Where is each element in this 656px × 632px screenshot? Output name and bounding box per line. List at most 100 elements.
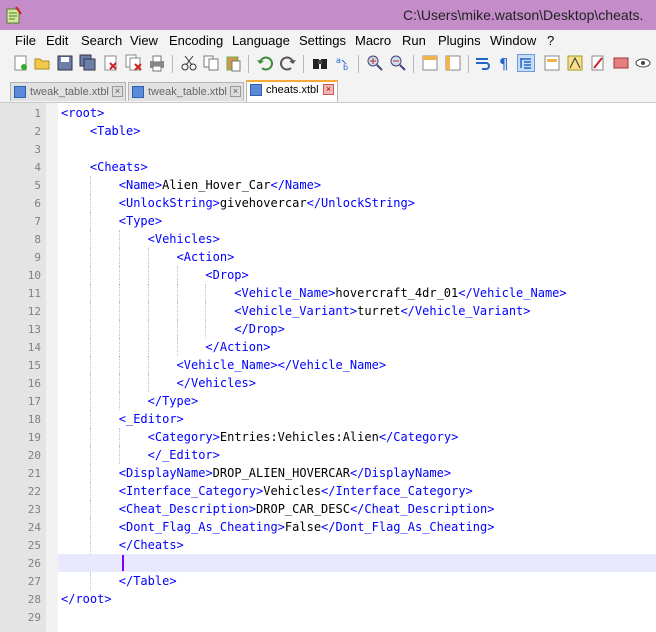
code-line[interactable]: 17 </Type> [0, 392, 656, 410]
tab-close-icon[interactable]: × [323, 84, 334, 95]
menu-run[interactable]: Run [402, 33, 426, 48]
xml-tag: </Drop> [234, 322, 285, 336]
code-line[interactable]: 8 <Vehicles> [0, 230, 656, 248]
indent-guide-icon[interactable] [517, 54, 535, 72]
xml-tag: <Cheat_Description> [118, 502, 257, 516]
close-icon[interactable] [102, 54, 120, 72]
xml-tag: <Action> [176, 250, 235, 264]
code-line[interactable]: 20 </_Editor> [0, 446, 656, 464]
tab-tweak-table-2[interactable]: tweak_table.xtbl × [128, 82, 244, 101]
replace-icon[interactable]: ab [334, 54, 352, 72]
sync-horizontal-icon[interactable] [444, 54, 462, 72]
print-icon[interactable] [148, 54, 166, 72]
xml-tag: </Vehicle_Name> [458, 286, 567, 300]
code-line[interactable]: 26 [0, 554, 656, 572]
code-text: <DisplayName>DROP_ALIEN_HOVERCAR</Displa… [119, 466, 451, 480]
line-number: 8 [34, 233, 41, 246]
doc-map-icon[interactable] [589, 54, 607, 72]
menu-view[interactable]: View [130, 33, 158, 48]
code-line[interactable]: 7 <Type> [0, 212, 656, 230]
code-line[interactable]: 12 <Vehicle_Variant>turret</Vehicle_Varia… [0, 302, 656, 320]
code-line[interactable]: 25 </Cheats> [0, 536, 656, 554]
menu-language[interactable]: Language [232, 33, 290, 48]
menu-plugins[interactable]: Plugins [438, 33, 481, 48]
word-wrap-icon[interactable] [474, 54, 492, 72]
undo-icon[interactable] [256, 54, 274, 72]
menu-file[interactable]: File [15, 33, 36, 48]
tab-cheats[interactable]: cheats.xtbl × [246, 80, 338, 102]
code-line[interactable]: 11 <Vehicle_Name>hovercraft_4dr_01</Vehic… [0, 284, 656, 302]
xml-tag: </Category> [378, 430, 459, 444]
copy-icon[interactable] [202, 54, 220, 72]
line-number: 23 [27, 503, 41, 516]
user-language-icon[interactable] [543, 54, 561, 72]
code-line[interactable]: 23 <Cheat_Description>DROP_CAR_DESC</Chea… [0, 500, 656, 518]
macro-record-icon[interactable] [612, 54, 630, 72]
code-line[interactable]: 29 [0, 608, 656, 626]
code-line[interactable]: 19 <Category>Entries:Vehicles:Alien</Cate… [0, 428, 656, 446]
code-line[interactable]: 24 <Dont_Flag_As_Cheating>False</Dont_Fla… [0, 518, 656, 536]
code-line[interactable]: 1 <root> [0, 104, 656, 122]
line-number: 21 [27, 467, 41, 480]
code-line[interactable]: 28 </root> [0, 590, 656, 608]
toolbar: ab ¶ [0, 50, 656, 78]
menu-window[interactable]: Window [490, 33, 536, 48]
tab-close-icon[interactable]: × [112, 86, 123, 97]
code-line[interactable]: 5 <Name>Alien_Hover_Car</Name> [0, 176, 656, 194]
menu-help[interactable]: ? [547, 33, 554, 48]
menu-settings[interactable]: Settings [299, 33, 346, 48]
find-icon[interactable] [311, 54, 329, 72]
zoom-out-icon[interactable] [389, 54, 407, 72]
menu-encoding[interactable]: Encoding [169, 33, 223, 48]
menu-edit[interactable]: Edit [46, 33, 68, 48]
close-all-icon[interactable] [125, 54, 143, 72]
xml-tag: </Dont_Flag_As_Cheating> [321, 520, 495, 534]
xml-text: Alien_Hover_Car [162, 178, 271, 192]
paste-icon[interactable] [224, 54, 242, 72]
code-line[interactable]: 13 </Drop> [0, 320, 656, 338]
code-line[interactable]: 10 <Drop> [0, 266, 656, 284]
code-line[interactable]: 16 </Vehicles> [0, 374, 656, 392]
code-line[interactable]: 3 [0, 140, 656, 158]
tab-close-icon[interactable]: × [230, 86, 241, 97]
xml-text: hovercraft_4dr_01 [335, 286, 459, 300]
code-line[interactable]: 18 <_Editor> [0, 410, 656, 428]
code-text: </Drop> [234, 322, 285, 336]
code-editor[interactable]: 1 <root> 2 <Table> 3 4 <Cheats> 5 <Name>Alien_Ho… [0, 103, 656, 632]
code-line[interactable]: 6 <UnlockString>givehovercar</UnlockStrin… [0, 194, 656, 212]
code-line[interactable]: 22 <Interface_Category>Vehicles</Interfac… [0, 482, 656, 500]
line-number: 1 [34, 107, 41, 120]
sync-vertical-icon[interactable] [421, 54, 439, 72]
menu-search[interactable]: Search [81, 33, 122, 48]
redo-icon[interactable] [279, 54, 297, 72]
code-text: </Vehicles> [177, 376, 256, 390]
code-line[interactable]: 9 <Action> [0, 248, 656, 266]
code-text: <_Editor> [119, 412, 184, 426]
notepad-app-icon[interactable] [6, 6, 22, 24]
line-number: 14 [27, 341, 41, 354]
menu-macro[interactable]: Macro [355, 33, 391, 48]
macro-stop-icon[interactable] [634, 54, 652, 72]
zoom-in-icon[interactable] [366, 54, 384, 72]
function-list-icon[interactable] [566, 54, 584, 72]
code-line[interactable]: 27 </Table> [0, 572, 656, 590]
code-line[interactable]: 2 <Table> [0, 122, 656, 140]
xml-tag: </Cheats> [118, 538, 184, 552]
tab-tweak-table-1[interactable]: tweak_table.xtbl × [10, 82, 126, 101]
new-file-icon[interactable] [12, 54, 30, 72]
code-line[interactable]: 14 </Action> [0, 338, 656, 356]
code-text: <Type> [119, 214, 162, 228]
toolbar-separator [172, 55, 173, 73]
open-file-icon[interactable] [33, 54, 51, 72]
cut-icon[interactable] [180, 54, 198, 72]
show-all-chars-icon[interactable]: ¶ [496, 54, 514, 72]
code-line[interactable]: 21 <DisplayName>DROP_ALIEN_HOVERCAR</Disp… [0, 464, 656, 482]
line-number: 9 [34, 251, 41, 264]
code-text: <Vehicle_Name></Vehicle_Name> [177, 358, 387, 372]
code-line[interactable]: 15 <Vehicle_Name></Vehicle_Name> [0, 356, 656, 374]
save-all-icon[interactable] [79, 54, 97, 72]
save-icon[interactable] [56, 54, 74, 72]
line-number: 10 [27, 269, 41, 282]
code-line[interactable]: 4 <Cheats> [0, 158, 656, 176]
xml-tag: <_Editor> [118, 412, 184, 426]
